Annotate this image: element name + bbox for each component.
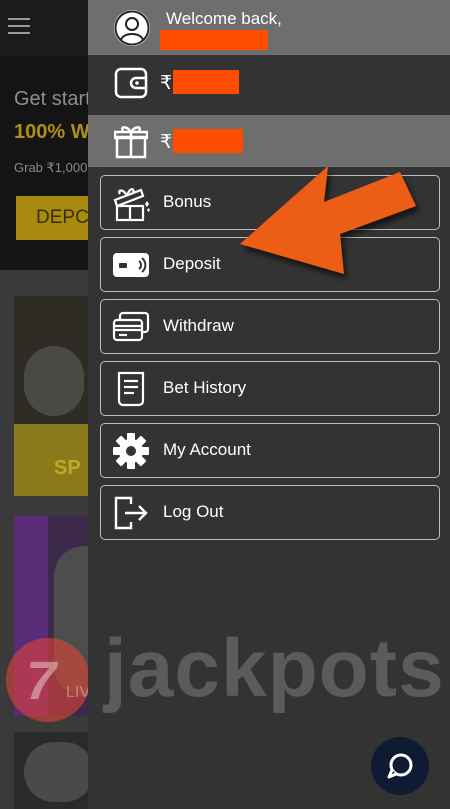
casino-image	[24, 742, 94, 802]
bonus-currency-symbol: ₹	[160, 132, 173, 153]
gift-box-icon	[111, 184, 151, 222]
logout-icon	[111, 494, 151, 532]
live-logo-text: 7	[26, 651, 57, 711]
user-avatar-icon	[114, 10, 150, 46]
chat-button[interactable]	[371, 737, 429, 795]
username-redaction	[160, 30, 268, 50]
menu-item-label: Withdraw	[163, 316, 234, 335]
menu-item-label: My Account	[163, 440, 251, 459]
menu-item-label: Bonus	[163, 192, 212, 211]
menu-item-log-out[interactable]: Log Out	[100, 485, 440, 540]
gift-icon	[113, 123, 149, 164]
menu-item-bet-history[interactable]: Bet History	[100, 361, 440, 416]
jackpots-watermark: jackpots	[104, 623, 445, 714]
bonus-balance-row: ₹	[88, 115, 450, 167]
gear-icon	[111, 432, 151, 470]
menu-item-label: Deposit	[163, 254, 221, 273]
sports-card-label: SP	[54, 457, 81, 479]
menu-item-withdraw[interactable]: Withdraw	[100, 299, 440, 354]
wallet-icon	[114, 67, 148, 104]
hero-subtitle: Grab ₹1,000	[14, 160, 88, 175]
cards-stack-icon	[111, 308, 151, 346]
menu-item-my-account[interactable]: My Account	[100, 423, 440, 478]
orange-pointer-arrow-icon	[240, 166, 416, 274]
hamburger-menu-icon[interactable]	[8, 18, 30, 36]
menu-item-label: Bet History	[163, 378, 247, 397]
cash-currency-symbol: ₹	[160, 73, 173, 94]
menu-item-label: Log Out	[163, 502, 224, 521]
welcome-text: Welcome back,	[166, 9, 282, 28]
document-icon	[111, 370, 151, 408]
bonus-balance-redaction	[173, 129, 243, 153]
welcome-bar: Welcome back,	[88, 0, 450, 55]
cash-balance-redaction	[173, 70, 239, 94]
sports-image	[24, 346, 84, 416]
cash-balance-row: ₹	[88, 55, 450, 113]
live-logo: 7	[6, 638, 90, 722]
chat-bubble-icon	[387, 753, 413, 779]
payment-card-icon	[111, 246, 151, 284]
